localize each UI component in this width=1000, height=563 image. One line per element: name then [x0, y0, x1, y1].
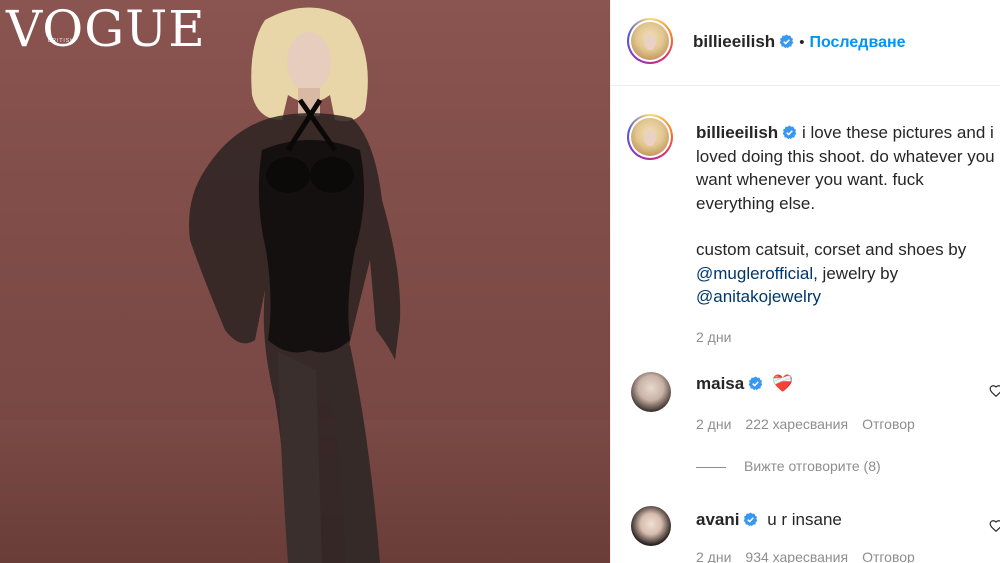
caption-author-avatar[interactable]: [627, 114, 673, 160]
comment-avani: avani u r insane: [696, 510, 842, 530]
post-header: billieeilish • Последване: [611, 0, 1000, 86]
reply-button[interactable]: Отговор: [862, 416, 915, 432]
follow-button[interactable]: Последване: [809, 34, 905, 51]
separator-dot: •: [799, 34, 805, 51]
comment-meta-maisa: 2 дни 222 харесвания Отговор: [696, 416, 929, 432]
comment-maisa: maisa ❤️‍🩹: [696, 374, 793, 394]
caption-credits-middle: , jewelry by: [813, 263, 899, 283]
view-replies-label: Вижте отговорите (8): [744, 458, 881, 474]
verified-badge-icon: [744, 512, 758, 527]
heart-icon[interactable]: [989, 519, 1000, 533]
caption-username[interactable]: billieeilish: [696, 123, 778, 142]
comment-text: u r insane: [767, 510, 842, 529]
comment-time[interactable]: 2 дни: [696, 549, 731, 563]
model-figure: [189, 7, 401, 563]
replies-divider: [696, 466, 726, 468]
author-avatar[interactable]: [627, 18, 673, 64]
caption-timestamp[interactable]: 2 дни: [696, 326, 1000, 350]
header-title-row: billieeilish • Последване: [693, 32, 906, 52]
comment-avatar-maisa[interactable]: [631, 372, 671, 412]
author-username[interactable]: billieeilish: [693, 32, 775, 51]
post-photo[interactable]: VOGUE BRITISH: [0, 0, 610, 563]
heart-icon[interactable]: [989, 384, 1000, 398]
verified-badge-icon: [748, 376, 763, 391]
view-replies-button[interactable]: Вижте отговорите (8): [696, 458, 881, 474]
mention-muglerofficial[interactable]: @muglerofficial: [696, 264, 813, 283]
comment-username[interactable]: maisa: [696, 374, 744, 393]
comment-meta-avani: 2 дни 934 харесвания Отговор: [696, 549, 929, 563]
post-caption: billieeilish i love these pictures and i…: [696, 121, 1000, 349]
comment-avatar-avani[interactable]: [631, 506, 671, 546]
comment-username[interactable]: avani: [696, 510, 739, 529]
comment-likes[interactable]: 222 харесвания: [745, 416, 848, 432]
comment-time[interactable]: 2 дни: [696, 416, 731, 432]
post-panel: billieeilish • Последване billieeilish i l…: [610, 0, 1000, 563]
caption-credits: custom catsuit, corset and shoes by @mug…: [696, 238, 1000, 309]
comment-likes[interactable]: 934 харесвания: [745, 549, 848, 563]
verified-badge-icon: [782, 125, 797, 140]
comment-text: ❤️‍🩹: [771, 374, 794, 393]
mention-anitakojewelry[interactable]: @anitakojewelry: [696, 287, 821, 306]
magazine-edition: BRITISH: [48, 38, 75, 44]
verified-badge-icon: [779, 34, 794, 49]
reply-button[interactable]: Отговор: [862, 549, 915, 563]
caption-credits-prefix: custom catsuit, corset and shoes by: [696, 240, 967, 259]
